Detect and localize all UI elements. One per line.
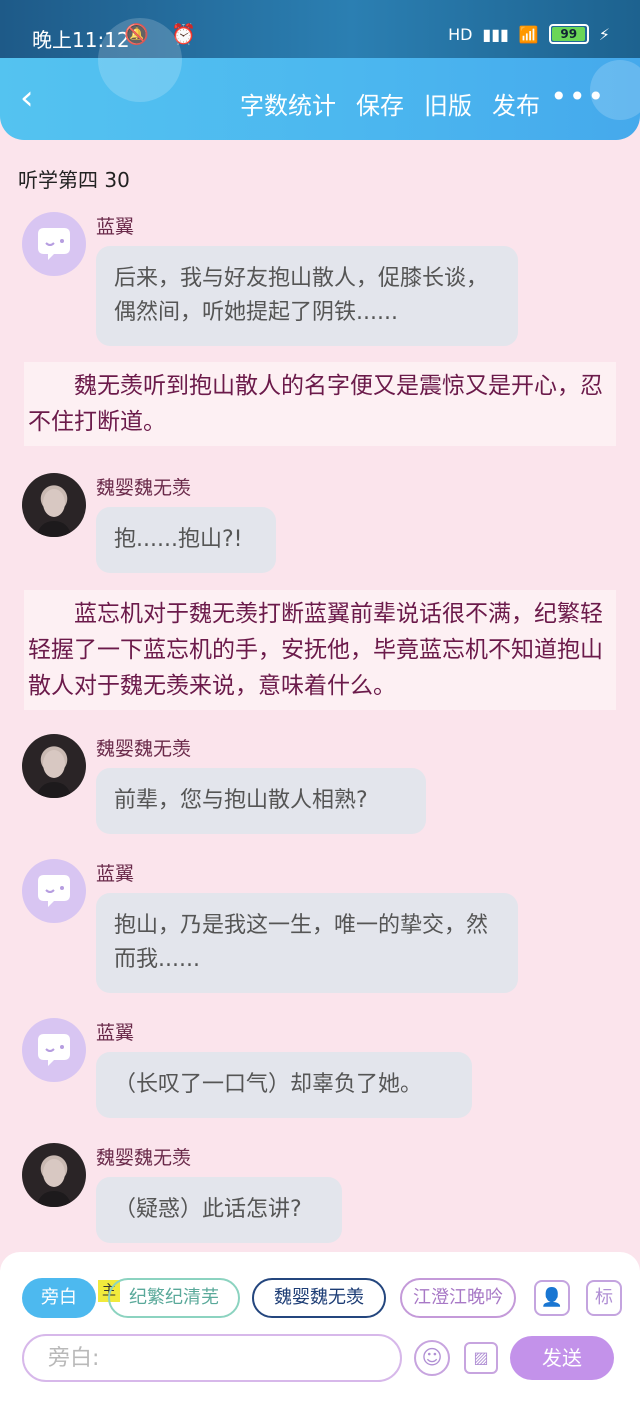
role-chip-jifan[interactable]: 纪繁纪清芜	[108, 1278, 240, 1318]
avatar[interactable]	[22, 212, 86, 276]
role-chip-narrator[interactable]: 旁白	[22, 1278, 96, 1318]
avatar[interactable]	[22, 859, 86, 923]
charging-icon: ⚡	[598, 24, 610, 44]
role-chip-weiying[interactable]: 魏婴魏无羡	[252, 1278, 386, 1318]
more-options-button[interactable]: •••	[550, 80, 606, 113]
message-bubble[interactable]: 后来，我与好友抱山散人，促膝长谈，偶然间，听她提起了阴铁......	[96, 246, 518, 346]
old-version-button[interactable]: 旧版	[424, 86, 472, 121]
avatar[interactable]	[22, 1143, 86, 1207]
person-portrait-icon	[36, 750, 72, 798]
message-bubble[interactable]: 抱......抱山?!	[96, 507, 276, 573]
status-bar: 晚上11:12 🔕 ⏰ HD ▮▮▮ 📶 99 ⚡	[0, 0, 640, 58]
person-portrait-icon	[36, 489, 72, 537]
message-sender: 魏婴魏无羡	[96, 477, 192, 499]
network-label: HD	[448, 24, 473, 44]
battery-icon: 99	[548, 24, 589, 44]
status-right: HD ▮▮▮ 📶 99 ⚡	[448, 24, 610, 44]
chapter-title: 听学第四 30	[18, 168, 130, 192]
wifi-icon: 📶	[518, 24, 539, 44]
message-sender: 蓝翼	[96, 1022, 135, 1044]
battery-level: 99	[560, 27, 578, 41]
add-person-icon[interactable]: 👤	[534, 1280, 570, 1316]
back-button[interactable]: ‹	[20, 78, 56, 118]
narration-block[interactable]: 魏无羡听到抱山散人的名字便又是震惊又是开心，忍不住打断道。	[24, 362, 616, 446]
top-navbar: ‹ 字数统计 保存 旧版 发布 •••	[0, 18, 640, 140]
composer-panel: 旁白 主 纪繁纪清芜 魏婴魏无羡 江澄江晚吟 👤 标 ☺ ▨ 发送	[0, 1252, 640, 1382]
avatar[interactable]	[22, 1018, 86, 1082]
message-sender: 魏婴魏无羡	[96, 738, 192, 760]
message-bubble[interactable]: （疑惑）此话怎讲?	[96, 1177, 342, 1243]
bottom-safe-area	[0, 1382, 640, 1422]
signal-icon: ▮▮▮	[482, 24, 509, 44]
message-sender: 蓝翼	[96, 216, 135, 238]
message-sender: 蓝翼	[96, 863, 135, 885]
avatar[interactable]	[22, 473, 86, 537]
mark-button[interactable]: 标	[586, 1280, 622, 1316]
avatar[interactable]	[22, 734, 86, 798]
decor-bubble	[98, 18, 182, 102]
send-button[interactable]: 发送	[510, 1336, 614, 1380]
nav-actions: 字数统计 保存 旧版 发布	[240, 86, 540, 121]
word-count-button[interactable]: 字数统计	[240, 86, 336, 121]
narration-block[interactable]: 蓝忘机对于魏无羡打断蓝翼前辈说话很不满，纪繁轻轻握了一下蓝忘机的手，安抚他，毕竟…	[24, 590, 616, 710]
image-icon[interactable]: ▨	[464, 1342, 498, 1374]
message-bubble[interactable]: 抱山，乃是我这一生，唯一的挚交，然而我......	[96, 893, 518, 993]
chat-bubble-bot-icon	[38, 875, 70, 907]
message-bubble[interactable]: 前辈，您与抱山散人相熟?	[96, 768, 426, 834]
message-sender: 魏婴魏无羡	[96, 1147, 192, 1169]
role-chip-jiangcheng[interactable]: 江澄江晚吟	[400, 1278, 516, 1318]
message-bubble[interactable]: （长叹了一口气）却辜负了她。	[96, 1052, 472, 1118]
save-button[interactable]: 保存	[356, 86, 404, 121]
chat-bubble-bot-icon	[38, 228, 70, 260]
chevron-left-icon: ‹	[20, 78, 34, 118]
person-portrait-icon	[36, 1159, 72, 1207]
emoji-icon[interactable]: ☺	[414, 1340, 450, 1376]
message-input[interactable]	[22, 1334, 402, 1382]
publish-button[interactable]: 发布	[492, 86, 540, 121]
chat-bubble-bot-icon	[38, 1034, 70, 1066]
